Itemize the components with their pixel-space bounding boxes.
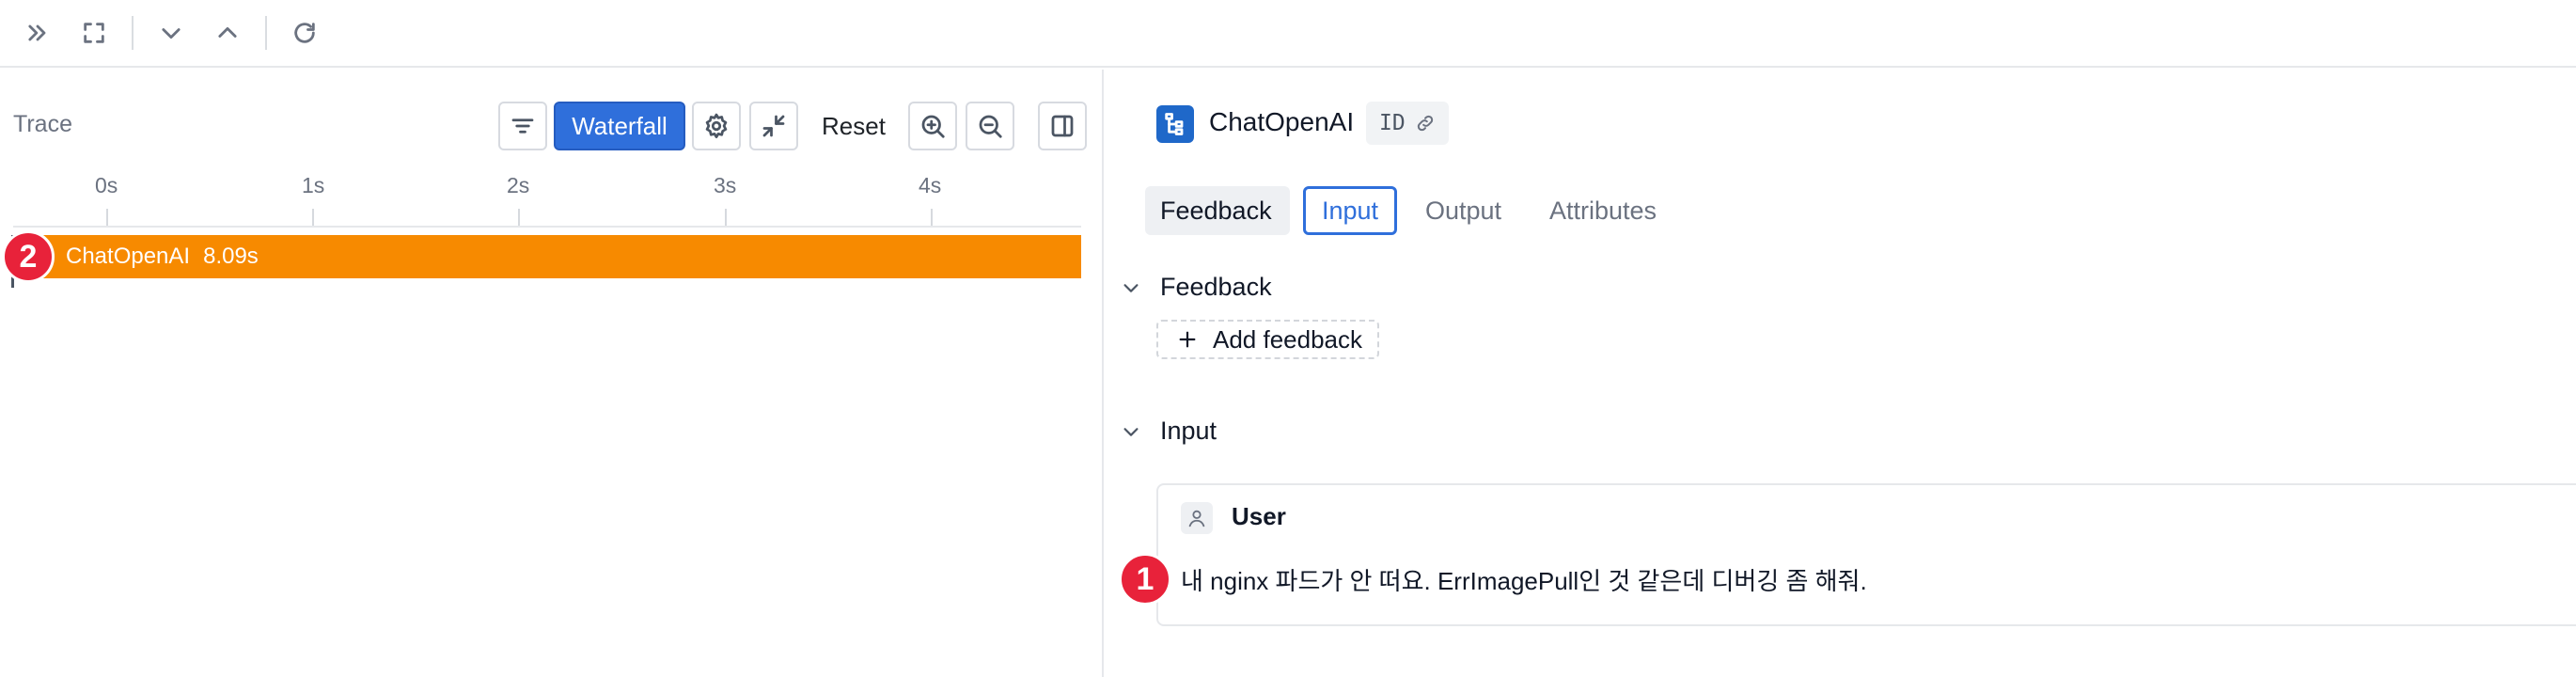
axis-tick-label: 0s — [95, 173, 118, 197]
chevron-up-icon — [218, 26, 237, 38]
axis-tick-label: 1s — [302, 173, 325, 197]
link-icon — [1417, 115, 1433, 132]
user-avatar — [1181, 502, 1213, 534]
trace-panel — [0, 70, 1102, 677]
fullscreen-icon — [84, 23, 104, 43]
sidebar-toggle-icon — [1051, 115, 1074, 137]
add-feedback-label: Add feedback — [1213, 324, 1363, 354]
span-name: ChatOpenAI — [66, 244, 191, 269]
tree-icon — [1165, 113, 1184, 135]
collapse-icon — [762, 115, 785, 137]
settings-button[interactable] — [692, 102, 741, 150]
zoom-in-icon — [921, 115, 945, 138]
toggle-panel-button[interactable] — [1038, 102, 1087, 150]
message-role: User — [1232, 502, 1286, 530]
copy-id-button[interactable]: ID — [1366, 102, 1449, 145]
axis-tick — [931, 209, 933, 226]
previous-button[interactable] — [209, 14, 246, 52]
chevron-down-icon — [1123, 427, 1139, 436]
panel-divider[interactable] — [1102, 70, 1104, 677]
add-feedback-button[interactable]: Add feedback — [1156, 320, 1380, 359]
feedback-section-toggle[interactable]: Feedback — [1121, 273, 1272, 302]
span-title: ChatOpenAI — [1209, 107, 1355, 136]
axis-line — [13, 226, 1081, 228]
id-label: ID — [1379, 111, 1406, 135]
input-message-card: User 내 nginx 파드가 안 떠요. ErrImagePull인 것 같… — [1156, 483, 2576, 626]
zoom-out-button[interactable] — [966, 102, 1014, 150]
tab-attributes[interactable]: Attributes — [1534, 186, 1672, 235]
filter-icon — [511, 118, 534, 134]
tab-output[interactable]: Output — [1410, 186, 1516, 235]
next-button[interactable] — [152, 14, 190, 52]
refresh-icon — [294, 23, 315, 43]
chevron-down-icon — [162, 28, 181, 39]
zoom-in-button[interactable] — [908, 102, 957, 150]
span-type-icon — [1156, 105, 1194, 143]
axis-tick-label: 3s — [714, 173, 737, 197]
toolbar-divider — [132, 16, 134, 50]
toolbar-divider — [265, 16, 267, 50]
axis-tick-label: 2s — [507, 173, 530, 197]
refresh-button[interactable] — [286, 14, 323, 52]
waterfall-button[interactable]: Waterfall — [554, 102, 685, 150]
axis-tick-label: 4s — [919, 173, 942, 197]
feedback-section-title: Feedback — [1160, 273, 1272, 301]
expand-right-button[interactable] — [19, 14, 56, 52]
input-section-title: Input — [1160, 417, 1217, 445]
tab-input[interactable]: Input — [1303, 186, 1397, 235]
plus-icon — [1179, 331, 1196, 348]
fullscreen-button[interactable] — [75, 14, 113, 52]
reset-button[interactable]: Reset — [810, 102, 897, 150]
gear-icon — [705, 113, 728, 138]
trace-title: Trace — [13, 111, 72, 137]
expand-right-icon — [28, 24, 46, 41]
chevron-down-icon — [1123, 283, 1139, 292]
user-icon — [1188, 510, 1205, 527]
zoom-out-icon — [979, 115, 1002, 138]
input-section-toggle[interactable]: Input — [1121, 417, 1217, 446]
collapse-button[interactable] — [749, 102, 798, 150]
filter-button[interactable] — [498, 102, 547, 150]
message-text: 내 nginx 파드가 안 떠요. ErrImagePull인 것 같은데 디버… — [1181, 567, 1867, 595]
axis-tick — [518, 209, 520, 226]
axis-tick — [312, 209, 314, 226]
span-duration: 8.09s — [203, 244, 259, 269]
top-toolbar — [0, 0, 2576, 68]
axis-tick — [106, 209, 108, 226]
axis-tick — [725, 209, 727, 226]
tab-feedback[interactable]: Feedback — [1145, 186, 1290, 235]
annotation-badge: 2 — [2, 230, 55, 283]
annotation-badge: 1 — [1119, 553, 1171, 606]
span-bar-chatopenai[interactable]: ChatOpenAI 8.09s — [13, 235, 1081, 278]
